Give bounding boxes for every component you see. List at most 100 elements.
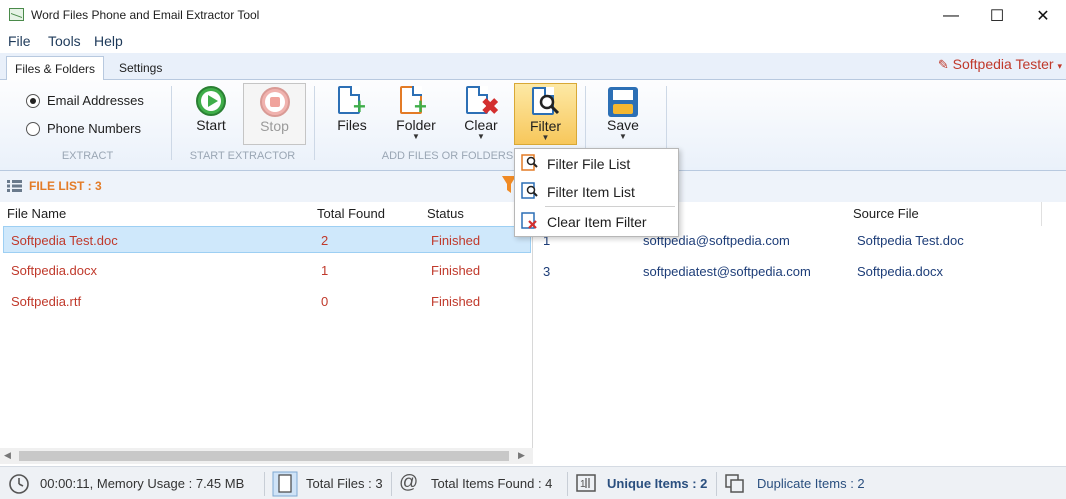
tab-files-folders[interactable]: Files & Folders <box>6 56 105 81</box>
scroll-left-icon[interactable]: ◀ <box>4 450 11 461</box>
table-row[interactable]: Softpedia Test.doc 2 Finished <box>3 226 531 253</box>
chevron-down-icon: ▼ <box>412 132 420 141</box>
stop-label: Stop <box>260 118 289 134</box>
radio-phone[interactable]: Phone Numbers <box>26 121 141 136</box>
svg-text:1: 1 <box>580 479 586 490</box>
status-separator <box>716 472 717 496</box>
filter-button[interactable]: Filter ▼ <box>514 83 577 145</box>
column-header-source-file[interactable]: Source File <box>853 206 919 221</box>
status-separator <box>391 472 392 496</box>
clear-file-icon: ✖ <box>466 86 499 118</box>
file-name-cell: Softpedia.docx <box>11 263 98 278</box>
status-total-files: Total Files : 3 <box>306 476 383 491</box>
unique-icon: 1 <box>576 474 596 492</box>
table-row[interactable]: Softpedia.rtf 0 Finished <box>3 288 531 315</box>
table-row[interactable]: Softpedia.docx 1 Finished <box>3 257 531 284</box>
start-label: Start <box>196 117 226 133</box>
add-folder-button[interactable]: + Folder ▼ <box>390 83 442 145</box>
user-icon: ✎ <box>937 57 949 72</box>
horizontal-scrollbar[interactable]: ◀ ▶ <box>0 448 533 464</box>
minimize-button[interactable]: — <box>928 0 974 31</box>
close-button[interactable]: ✕ <box>1020 0 1066 31</box>
file-name-cell: Softpedia.rtf <box>11 294 82 309</box>
menu-bar: File Tools Help <box>0 31 1066 53</box>
menu-separator <box>545 206 675 207</box>
user-menu[interactable]: ✎ Softpedia Tester ▾ <box>938 56 1062 73</box>
stop-icon <box>260 87 290 117</box>
tab-settings[interactable]: Settings <box>111 56 170 81</box>
chevron-down-icon: ▼ <box>619 132 627 141</box>
status-separator <box>264 472 265 496</box>
status-separator <box>567 472 568 496</box>
radio-selected-icon <box>26 93 40 108</box>
at-sign-icon: @ <box>399 472 419 493</box>
radio-phone-label: Phone Numbers <box>47 121 141 136</box>
stop-button[interactable]: Stop <box>243 83 306 145</box>
files-label: Files <box>337 117 367 133</box>
radio-email[interactable]: Email Addresses <box>26 93 144 108</box>
file-list-title: FILE LIST : 3 <box>29 179 102 193</box>
menu-item-filter-file-list[interactable]: Filter File List <box>515 150 678 177</box>
save-button[interactable]: Save ▼ <box>598 83 648 145</box>
duplicate-icon <box>725 474 744 493</box>
menu-item-filter-item-list[interactable]: Filter Item List <box>515 178 678 205</box>
menu-item-clear-item-filter[interactable]: Clear Item Filter <box>515 208 678 235</box>
item-row[interactable]: 3 softpediatest@softpedia.com Softpedia.… <box>536 260 1064 284</box>
item-number-cell: 3 <box>543 264 551 279</box>
column-header-total-found[interactable]: Total Found <box>317 206 385 221</box>
filter-item-icon <box>521 182 538 199</box>
column-header-file-name[interactable]: File Name <box>7 206 66 221</box>
clock-icon <box>9 474 29 494</box>
menu-tools[interactable]: Tools <box>48 33 81 49</box>
add-files-button[interactable]: + Files <box>328 83 376 145</box>
status-cell: Finished <box>431 233 481 248</box>
play-icon <box>196 86 226 116</box>
file-name-cell: Softpedia Test.doc <box>11 233 118 248</box>
menu-item-label: Filter Item List <box>547 184 635 200</box>
file-icon <box>272 471 298 497</box>
clear-filter-icon <box>521 212 537 229</box>
status-total-items: Total Items Found : 4 <box>431 476 553 491</box>
column-divider <box>1041 202 1042 226</box>
menu-item-label: Clear Item Filter <box>547 214 647 230</box>
status-cell: Finished <box>431 294 481 309</box>
status-duplicate-items: Duplicate Items : 2 <box>757 476 865 491</box>
total-found-cell: 2 <box>321 233 329 248</box>
menu-item-label: Filter File List <box>547 156 631 172</box>
menu-help[interactable]: Help <box>94 33 123 49</box>
clear-button[interactable]: ✖ Clear ▼ <box>456 83 506 145</box>
save-icon <box>608 87 638 117</box>
maximize-button[interactable]: ☐ <box>974 0 1020 31</box>
ribbon-tab-bar: Files & Folders Settings <box>0 53 1066 81</box>
list-icon <box>7 180 22 192</box>
start-button[interactable]: Start <box>182 83 240 145</box>
scrollbar-thumb[interactable] <box>19 451 509 461</box>
column-header-status[interactable]: Status <box>427 206 464 221</box>
add-file-icon: + <box>338 86 368 118</box>
save-label: Save <box>607 117 639 133</box>
chevron-down-icon: ▾ <box>1057 61 1062 71</box>
status-bar: 00:00:11, Memory Usage : 7.45 MB Total F… <box>0 466 1066 499</box>
filter-icon <box>532 87 564 119</box>
title-bar: Word Files Phone and Email Extractor Too… <box>0 0 1066 31</box>
radio-unselected-icon <box>26 121 40 136</box>
ribbon-separator <box>171 86 172 160</box>
item-value-cell: softpediatest@softpedia.com <box>643 264 811 279</box>
group-label-extract: EXTRACT <box>61 150 114 162</box>
total-found-cell: 0 <box>321 294 329 309</box>
status-time-memory: 00:00:11, Memory Usage : 7.45 MB <box>40 476 245 491</box>
scroll-right-icon[interactable]: ▶ <box>518 450 525 461</box>
chevron-down-icon: ▼ <box>477 132 485 141</box>
group-label-add: ADD FILES OR FOLDERS <box>381 150 514 162</box>
group-label-start: START EXTRACTOR <box>189 150 296 162</box>
user-name: Softpedia Tester <box>952 56 1054 72</box>
item-source-cell: Softpedia Test.doc <box>857 233 964 248</box>
item-source-cell: Softpedia.docx <box>857 264 944 279</box>
status-unique-items: Unique Items : 2 <box>607 476 708 491</box>
window-title: Word Files Phone and Email Extractor Too… <box>31 8 260 22</box>
radio-email-label: Email Addresses <box>47 93 144 108</box>
status-cell: Finished <box>431 263 481 278</box>
menu-file[interactable]: File <box>8 33 31 49</box>
total-found-cell: 1 <box>321 263 329 278</box>
chevron-down-icon: ▼ <box>541 133 550 142</box>
